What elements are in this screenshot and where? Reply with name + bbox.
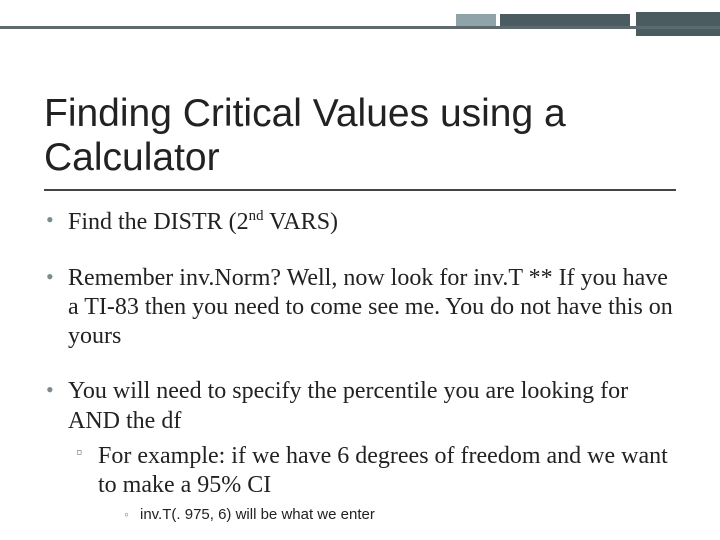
bullet-text: Find the DISTR (2 xyxy=(68,209,249,235)
superscript: nd xyxy=(249,208,264,224)
header-rule xyxy=(0,26,720,29)
bullet-text: Remember inv.Norm? Well, now look for in… xyxy=(68,265,673,350)
sub-sub-bullet-item: inv.T(. 975, 6) will be what we enter xyxy=(44,506,676,524)
deco-block xyxy=(636,12,720,36)
sub-sub-bullet-text: inv.T(. 975, 6) will be what we enter xyxy=(140,506,375,523)
slide-title: Finding Critical Values using a Calculat… xyxy=(44,92,676,179)
sub-bullet-text: For example: if we have 6 degrees of fre… xyxy=(98,443,668,498)
bullet-text: VARS) xyxy=(264,209,338,235)
bullet-item: Find the DISTR (2nd VARS) xyxy=(44,207,676,237)
bullet-item: You will need to specify the percentile … xyxy=(44,377,676,524)
slide-body: Find the DISTR (2nd VARS) Remember inv.N… xyxy=(44,207,676,524)
slide: Finding Critical Values using a Calculat… xyxy=(0,0,720,540)
sub-bullet-item: For example: if we have 6 degrees of fre… xyxy=(44,442,676,525)
bullet-text: You will need to specify the percentile … xyxy=(68,378,628,433)
bullet-item: Remember inv.Norm? Well, now look for in… xyxy=(44,264,676,352)
title-underline xyxy=(44,189,676,191)
